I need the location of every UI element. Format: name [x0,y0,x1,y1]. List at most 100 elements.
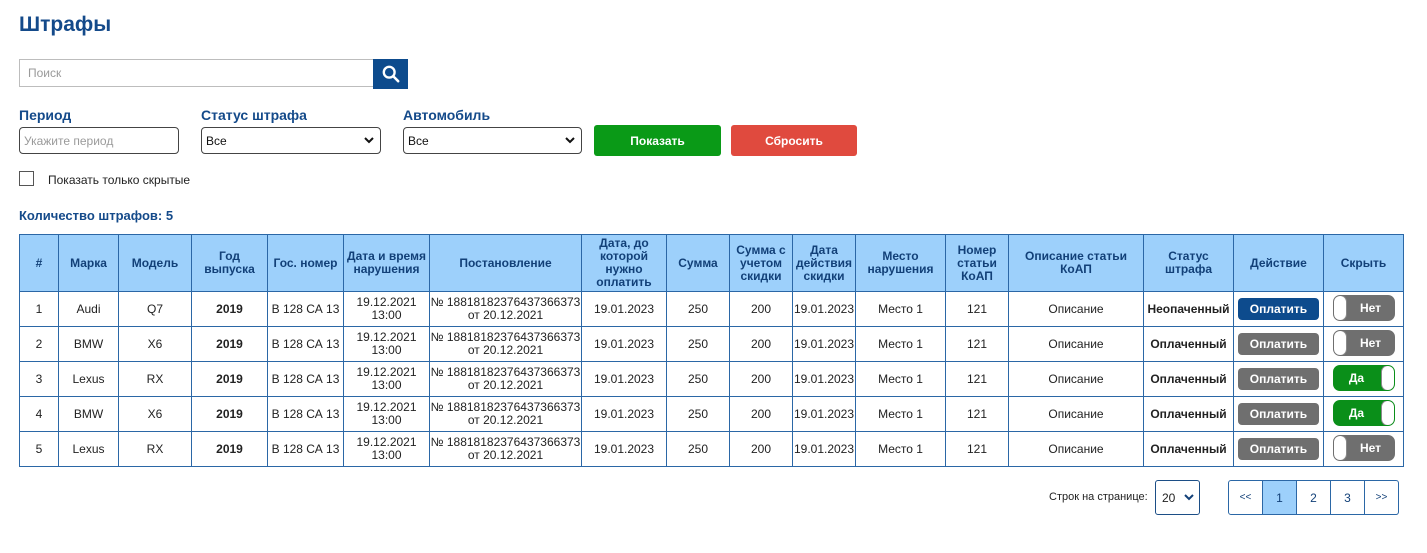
row-number: 5 [19,431,59,467]
page-title: Штрафы [19,13,112,36]
hide-toggle[interactable]: Да [1332,399,1395,426]
discounted-sum: 200 [729,361,793,397]
column-header: Место нарушения [855,234,946,292]
toggle-label: Да [1348,405,1365,420]
decree-date: от 20.12.2021 [467,413,544,427]
column-header: Гос. номер [267,234,344,292]
fine-status: Оплаченный [1143,431,1234,467]
column-header: # [19,234,59,292]
hide-cell: Да [1323,361,1404,397]
pay-button[interactable]: Оплатить [1238,298,1319,320]
fine-sum: 250 [666,431,730,467]
hidden-only-checkbox[interactable] [19,171,34,186]
page-button-2[interactable]: 2 [1296,480,1331,515]
pay-until-date: 19.01.2023 [581,291,667,327]
fines-table: # Марка Модель Год выпуска Гос. номер Да… [19,234,1404,467]
pay-until-date: 19.01.2023 [581,326,667,362]
pagination: << 1 2 3 >> [1228,480,1399,515]
pay-until-date: 19.01.2023 [581,396,667,432]
car-brand: BMW [58,396,119,432]
car-year: 2019 [191,291,268,327]
decree: № 18818182376437366373 от 20.12.2021 [429,361,582,397]
koap-article: 121 [945,396,1009,432]
fine-status: Неопаченный [1143,291,1234,327]
pay-button[interactable]: Оплатить [1238,368,1319,390]
table-row: 1 Audi Q7 2019 В 128 СА 13 19.12.2021 13:00 № 1… [19,291,1404,327]
action-cell: Оплатить [1233,396,1324,432]
car-filter-label: Автомобиль [403,107,491,123]
violation-time: 13:00 [371,378,402,392]
fine-sum: 250 [666,361,730,397]
hide-toggle[interactable]: Да [1332,364,1395,391]
decree: № 18818182376437366373 от 20.12.2021 [429,431,582,467]
period-input[interactable] [19,127,179,154]
car-filter-select[interactable]: Все [403,127,582,154]
discount-until-date: 19.01.2023 [792,431,856,467]
car-year: 2019 [191,361,268,397]
pay-button[interactable]: Оплатить [1238,438,1319,460]
license-plate: В 128 СА 13 [267,291,344,327]
hide-toggle[interactable]: Нет [1332,329,1395,356]
fine-sum: 250 [666,396,730,432]
car-filter-value: Все [408,133,429,148]
license-plate: В 128 СА 13 [267,431,344,467]
column-header: Дата и время нарушения [343,234,430,292]
decree: № 18818182376437366373 от 20.12.2021 [429,396,582,432]
search-icon [382,65,399,83]
pay-button[interactable]: Оплатить [1238,333,1319,355]
violation-datetime: 19.12.2021 13:00 [343,361,430,397]
car-brand: Audi [58,291,119,327]
hide-toggle[interactable]: Нет [1332,434,1395,461]
last-page-button[interactable]: >> [1364,480,1399,515]
search-input[interactable] [19,59,373,87]
pay-button[interactable]: Оплатить [1238,403,1319,425]
row-number: 2 [19,326,59,362]
toggle-label: Нет [1359,440,1382,455]
violation-place: Место 1 [855,326,946,362]
hide-toggle[interactable]: Нет [1332,294,1395,321]
koap-article: 121 [945,326,1009,362]
row-number: 1 [19,291,59,327]
toggle-knob [1333,295,1347,320]
car-year: 2019 [191,396,268,432]
car-brand: Lexus [58,431,119,467]
fines-count: Количество штрафов: 5 [19,208,174,223]
koap-article: 121 [945,291,1009,327]
hide-cell: Нет [1323,431,1404,467]
page-button-3[interactable]: 3 [1330,480,1365,515]
car-brand: BMW [58,326,119,362]
action-cell: Оплатить [1233,431,1324,467]
chevron-down-icon [1184,494,1194,501]
column-header: Дата, до которой нужно оплатить [581,234,667,292]
pay-until-date: 19.01.2023 [581,361,667,397]
period-label: Период [19,107,72,123]
rows-per-page-select[interactable]: 20 [1155,480,1200,515]
status-filter-select[interactable]: Все [201,127,381,154]
violation-datetime: 19.12.2021 13:00 [343,291,430,327]
car-model: X6 [118,326,192,362]
column-header: Сумма [666,234,730,292]
koap-article: 121 [945,431,1009,467]
search-bar [19,59,408,89]
first-page-button[interactable]: << [1228,480,1263,515]
column-header: Постановление [429,234,582,292]
chevron-down-icon [364,137,374,144]
page-button-1[interactable]: 1 [1262,480,1297,515]
decree-date: от 20.12.2021 [467,308,544,322]
fine-status: Оплаченный [1143,361,1234,397]
action-cell: Оплатить [1233,291,1324,327]
show-button[interactable]: Показать [594,125,721,156]
violation-datetime: 19.12.2021 13:00 [343,431,430,467]
car-model: X6 [118,396,192,432]
column-header: Описание статьи КоАП [1008,234,1144,292]
search-button[interactable] [373,59,408,89]
violation-time: 13:00 [371,343,402,357]
row-number: 4 [19,396,59,432]
status-filter-value: Все [206,133,227,148]
column-header: Статус штрафа [1143,234,1234,292]
discounted-sum: 200 [729,326,793,362]
koap-description: Описание [1008,326,1144,362]
table-row: 2 BMW X6 2019 В 128 СА 13 19.12.2021 13:00 № 18… [19,326,1404,362]
reset-button[interactable]: Сбросить [731,125,857,156]
koap-description: Описание [1008,431,1144,467]
